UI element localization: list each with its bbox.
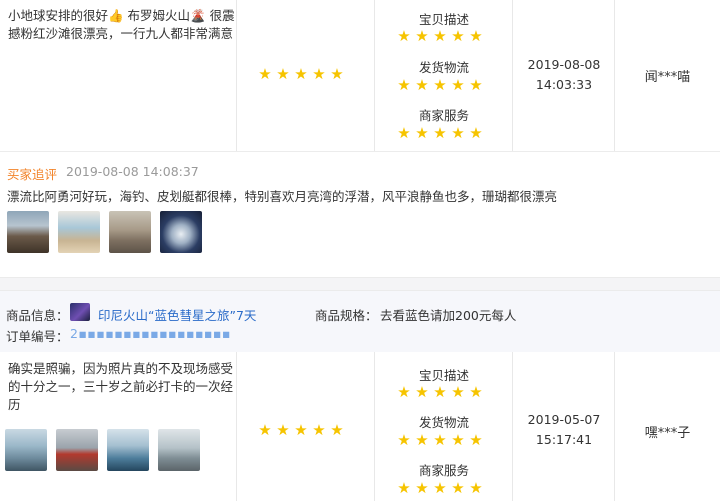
- detail-ratings-cell: 宝贝描述 ★ ★ ★ ★ ★ 发货物流 ★ ★ ★ ★ ★ 商家服务 ★ ★ ★ ★ ★: [375, 352, 513, 501]
- review-photo-thumbnail[interactable]: [5, 429, 47, 471]
- dimension-label-description: 宝贝描述: [418, 12, 469, 27]
- review-text: 确实是照骗，因为照片真的不及现场感受的十分之一，三十岁之前必打卡的一次经历: [8, 361, 234, 412]
- followup-label: 买家追评: [7, 167, 58, 182]
- star-icon: ★: [258, 65, 272, 83]
- dimension-label-service: 商家服务: [418, 463, 469, 478]
- section-divider: [0, 277, 720, 291]
- star-icon: ★: [330, 65, 344, 83]
- review-photo-thumbnail[interactable]: [158, 429, 200, 471]
- reviewer-name: 闻***喵: [644, 70, 691, 85]
- review-text-cell: 确实是照骗，因为照片真的不及现场感受的十分之一，三十岁之前必打卡的一次经历: [0, 352, 236, 501]
- followup-timestamp: 2019-08-08 14:08:37: [66, 164, 199, 179]
- star-icon: ★: [451, 27, 465, 45]
- reviewer-cell: 闻***喵: [615, 0, 720, 151]
- star-icon: ★: [415, 383, 429, 401]
- star-icon: ★: [312, 65, 326, 83]
- review-time-cell: 2019-05-07 15:17:41: [513, 352, 615, 501]
- service-star-rating: ★ ★ ★ ★ ★: [397, 479, 483, 497]
- review-time: 15:17:41: [535, 432, 593, 447]
- overall-rating-cell: ★ ★ ★ ★ ★: [236, 352, 375, 501]
- review-text: 小地球安排的很好👍 布罗姆火山🌋 很震撼粉红沙滩很漂亮，一行九人都非常满意: [8, 8, 235, 41]
- star-icon: ★: [451, 124, 465, 142]
- star-icon: ★: [433, 431, 447, 449]
- star-icon: ★: [433, 479, 447, 497]
- review-time-cell: 2019-08-08 14:03:33: [513, 0, 615, 151]
- review-row-2: 确实是照骗，因为照片真的不及现场感受的十分之一，三十岁之前必打卡的一次经历 ★ …: [0, 352, 720, 501]
- review-photo-thumbnail[interactable]: [7, 211, 49, 253]
- followup-photo-list: [7, 211, 202, 253]
- star-icon: ★: [294, 421, 308, 439]
- review-date: 2019-05-07: [527, 412, 601, 427]
- star-icon: ★: [276, 421, 290, 439]
- star-icon: ★: [415, 431, 429, 449]
- star-icon: ★: [276, 65, 290, 83]
- star-icon: ★: [397, 479, 411, 497]
- review-photo-thumbnail[interactable]: [56, 429, 98, 471]
- star-icon: ★: [469, 383, 483, 401]
- star-icon: ★: [397, 383, 411, 401]
- star-icon: ★: [415, 27, 429, 45]
- star-icon: ★: [397, 27, 411, 45]
- star-icon: ★: [397, 76, 411, 94]
- product-thumbnail[interactable]: [70, 303, 90, 321]
- star-icon: ★: [397, 431, 411, 449]
- star-icon: ★: [397, 124, 411, 142]
- overall-rating-cell: ★ ★ ★ ★ ★: [236, 0, 375, 151]
- star-icon: ★: [469, 479, 483, 497]
- star-icon: ★: [294, 65, 308, 83]
- dimension-label-description: 宝贝描述: [418, 368, 469, 383]
- star-icon: ★: [415, 76, 429, 94]
- star-icon: ★: [469, 431, 483, 449]
- star-icon: ★: [451, 76, 465, 94]
- product-spec-value: 去看蓝色请加200元每人: [380, 308, 517, 323]
- star-icon: ★: [433, 383, 447, 401]
- product-link[interactable]: 印尼火山“蓝色彗星之旅”7天: [98, 305, 256, 324]
- reviewer-name: 嘿***子: [644, 426, 691, 441]
- star-icon: ★: [415, 479, 429, 497]
- star-icon: ★: [451, 479, 465, 497]
- star-icon: ★: [433, 27, 447, 45]
- description-star-rating: ★ ★ ★ ★ ★: [397, 27, 483, 45]
- description-star-rating: ★ ★ ★ ★ ★: [397, 383, 483, 401]
- review-photo-thumbnail[interactable]: [58, 211, 100, 253]
- star-icon: ★: [312, 421, 326, 439]
- reviewer-cell: 嘿***子: [615, 352, 720, 501]
- star-icon: ★: [258, 421, 272, 439]
- review-text-cell: 小地球安排的很好👍 布罗姆火山🌋 很震撼粉红沙滩很漂亮，一行九人都非常满意: [0, 0, 236, 151]
- detail-ratings-cell: 宝贝描述 ★ ★ ★ ★ ★ 发货物流 ★ ★ ★ ★ ★ 商家服务 ★ ★ ★ ★ ★: [375, 0, 513, 151]
- overall-star-rating: ★ ★ ★ ★ ★: [258, 421, 344, 439]
- star-icon: ★: [433, 124, 447, 142]
- order-number-value: 2▪▪▪▪▪▪▪▪▪▪▪▪▪▪▪▪▪: [70, 326, 231, 341]
- review-photo-thumbnail[interactable]: [160, 211, 202, 253]
- star-icon: ★: [469, 124, 483, 142]
- review-time: 14:03:33: [535, 77, 593, 92]
- product-info-label: 商品信息：: [6, 308, 69, 323]
- star-icon: ★: [469, 27, 483, 45]
- star-icon: ★: [451, 431, 465, 449]
- star-icon: ★: [415, 124, 429, 142]
- dimension-label-logistics: 发货物流: [418, 60, 469, 75]
- service-star-rating: ★ ★ ★ ★ ★: [397, 124, 483, 142]
- review-photo-list: [5, 429, 200, 471]
- review-photo-thumbnail[interactable]: [107, 429, 149, 471]
- review-row-1: 小地球安排的很好👍 布罗姆火山🌋 很震撼粉红沙滩很漂亮，一行九人都非常满意 ★ …: [0, 0, 720, 152]
- star-icon: ★: [451, 383, 465, 401]
- star-icon: ★: [469, 76, 483, 94]
- dimension-label-logistics: 发货物流: [418, 415, 469, 430]
- followup-text: 漂流比阿勇河好玩，海钓、皮划艇都很棒，特别喜欢月亮湾的浮潜，风平浪静鱼也多，珊瑚…: [7, 189, 558, 204]
- review-date: 2019-08-08: [527, 57, 601, 72]
- order-number-label: 订单编号：: [6, 329, 69, 344]
- review-photo-thumbnail[interactable]: [109, 211, 151, 253]
- star-icon: ★: [433, 76, 447, 94]
- product-spec-label: 商品规格：: [315, 308, 378, 323]
- overall-star-rating: ★ ★ ★ ★ ★: [258, 65, 344, 83]
- dimension-label-service: 商家服务: [418, 108, 469, 123]
- star-icon: ★: [330, 421, 344, 439]
- logistics-star-rating: ★ ★ ★ ★ ★: [397, 431, 483, 449]
- logistics-star-rating: ★ ★ ★ ★ ★: [397, 76, 483, 94]
